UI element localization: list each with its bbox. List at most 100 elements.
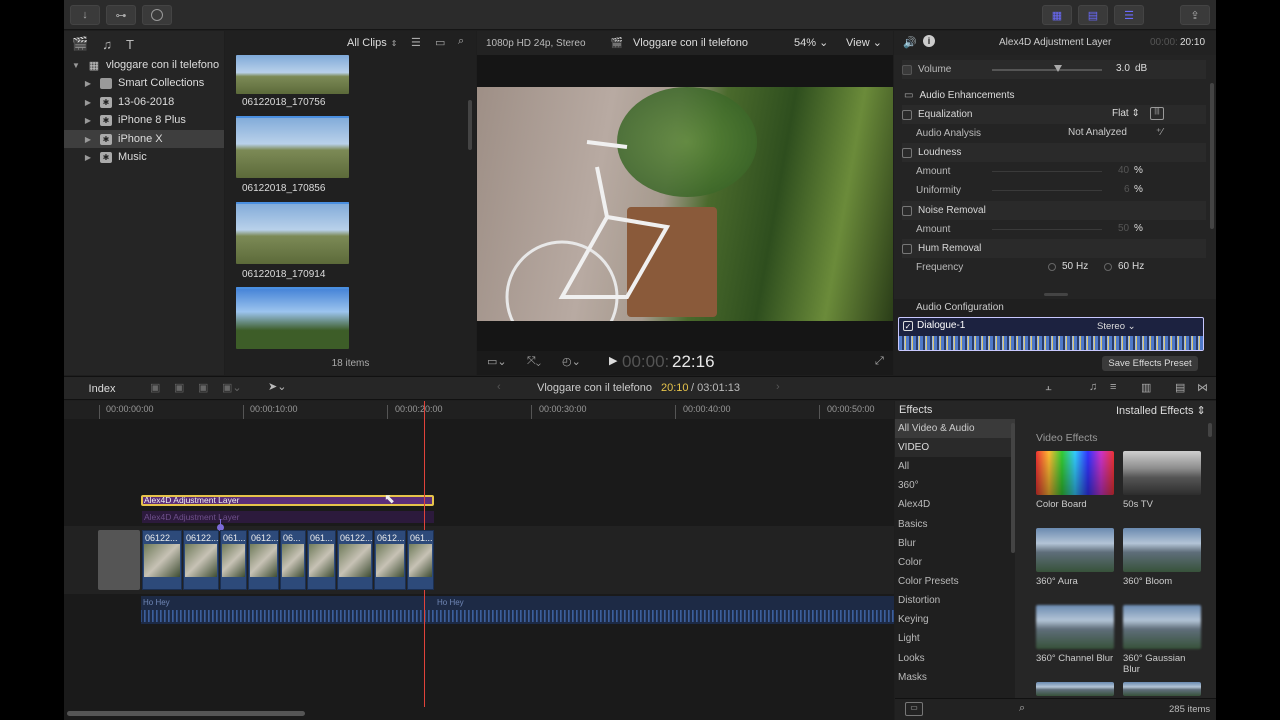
channel-mode-menu[interactable]: Stereo ⌄ bbox=[1097, 321, 1136, 332]
share-button[interactable]: ⇪ bbox=[1180, 5, 1210, 25]
timeline-scrollbar[interactable] bbox=[67, 711, 305, 716]
sidebar-item-music[interactable]: ▶ ✱ Music bbox=[64, 148, 224, 166]
clip-thumbnail[interactable] bbox=[236, 287, 349, 349]
video-clip[interactable]: 06... bbox=[280, 530, 306, 590]
inspector-toggle-button[interactable]: ☰ bbox=[1114, 5, 1144, 25]
titles-generators-icon[interactable]: T bbox=[126, 37, 134, 52]
radio-60hz[interactable] bbox=[1104, 263, 1112, 271]
library-root[interactable]: ▼ ▦ vloggare con il telefono bbox=[64, 56, 224, 74]
audio-enhancements-header[interactable]: ▭ Audio Enhancements bbox=[894, 86, 1208, 105]
category-all-video-audio[interactable]: All Video & Audio bbox=[895, 419, 1015, 438]
video-clip[interactable]: 06122... bbox=[142, 530, 182, 590]
fullscreen-icon[interactable]: ⤢ bbox=[875, 355, 884, 368]
effects-browser-icon[interactable]: ▤ bbox=[1175, 381, 1185, 394]
transitions-browser-icon[interactable]: ⋈ bbox=[1197, 381, 1208, 394]
audio-inspector-icon[interactable]: 🔊 bbox=[903, 36, 917, 49]
category-header-video[interactable]: VIDEO bbox=[895, 438, 1015, 457]
audio-skimming-icon[interactable]: ♫ bbox=[1089, 381, 1097, 393]
browser-toggle-button[interactable]: ▦ bbox=[1042, 5, 1072, 25]
viewer-options-icon[interactable]: ▭⌄ bbox=[487, 355, 507, 368]
view-menu[interactable]: View ⌄ bbox=[846, 36, 882, 49]
category-all[interactable]: All bbox=[895, 457, 1015, 476]
volume-slider[interactable] bbox=[992, 69, 1102, 71]
zoom-menu[interactable]: 54% ⌄ bbox=[794, 36, 828, 49]
clip-thumbnail[interactable] bbox=[236, 202, 349, 264]
channel-checkbox[interactable]: ✓ bbox=[903, 321, 913, 331]
effect-thumb-50s-tv[interactable] bbox=[1123, 451, 1201, 495]
noise-amount-slider[interactable] bbox=[992, 229, 1102, 230]
timeline-ruler[interactable]: 00:00:00:00 00:00:10:00 00:00:20:00 00:0… bbox=[64, 401, 894, 419]
skimming-icon[interactable]: ⫠ bbox=[1045, 381, 1052, 394]
clip-thumbnail[interactable] bbox=[236, 55, 349, 94]
inspector-scrollbar[interactable] bbox=[1210, 83, 1214, 229]
category-keying[interactable]: Keying bbox=[895, 610, 1015, 629]
category-masks[interactable]: Masks bbox=[895, 668, 1015, 687]
category-basics[interactable]: Basics bbox=[895, 515, 1015, 534]
disclosure-icon[interactable]: ▶ bbox=[82, 135, 94, 144]
sidebar-item-smart-collections[interactable]: ▶ Smart Collections bbox=[64, 74, 224, 92]
eq-menu[interactable]: Flat ⇕ bbox=[1112, 108, 1140, 119]
effect-thumb-360-aura[interactable] bbox=[1036, 528, 1114, 572]
search-icon[interactable]: ⌕ bbox=[1019, 702, 1025, 715]
connect-edit-icon[interactable]: ▣ bbox=[150, 381, 160, 394]
disclosure-icon[interactable]: ▶ bbox=[82, 98, 94, 107]
list-view-icon[interactable]: ☰ bbox=[411, 36, 421, 49]
video-frame[interactable] bbox=[477, 87, 893, 321]
photos-audio-icon[interactable]: ♫ bbox=[102, 37, 112, 52]
effects-scrollbar[interactable] bbox=[1208, 423, 1212, 437]
transform-tool-icon[interactable]: ⤧⌄ bbox=[527, 355, 541, 368]
browser-scrollbar[interactable] bbox=[468, 100, 472, 150]
amount-slider[interactable] bbox=[992, 171, 1102, 172]
overwrite-edit-icon[interactable]: ▣⌄ bbox=[222, 381, 242, 394]
disclosure-icon[interactable]: ▶ bbox=[82, 79, 94, 88]
video-clip[interactable]: 061... bbox=[307, 530, 336, 590]
effect-thumb-360-gaussian-blur[interactable] bbox=[1123, 605, 1201, 649]
video-clip[interactable]: 061... bbox=[220, 530, 247, 590]
magic-wand-icon[interactable]: ⁺⁄ bbox=[1156, 127, 1163, 138]
radio-50hz[interactable] bbox=[1048, 263, 1056, 271]
speed-icon[interactable]: ◴⌄ bbox=[562, 355, 581, 368]
play-button[interactable]: ▶ bbox=[609, 354, 617, 367]
video-clip[interactable]: 061... bbox=[407, 530, 434, 590]
category-scrollbar[interactable] bbox=[1011, 423, 1015, 553]
save-effects-preset-button[interactable]: Save Effects Preset bbox=[1102, 356, 1198, 371]
category-360[interactable]: 360° bbox=[895, 476, 1015, 495]
search-icon[interactable]: ⌕ bbox=[458, 35, 464, 48]
loudness-amount-value[interactable]: 40 bbox=[1118, 165, 1129, 176]
category-looks[interactable]: Looks bbox=[895, 649, 1015, 668]
video-clip[interactable]: 06122... bbox=[183, 530, 219, 590]
effect-thumb[interactable] bbox=[1123, 682, 1201, 696]
category-color-presets[interactable]: Color Presets bbox=[895, 572, 1015, 591]
hum-removal-checkbox[interactable] bbox=[902, 243, 912, 254]
eq-graph-icon[interactable]: ||| bbox=[1150, 107, 1164, 120]
category-light[interactable]: Light bbox=[895, 629, 1015, 648]
sidebar-item-iphone-x[interactable]: ▶ ✱ iPhone X bbox=[64, 130, 224, 148]
uniformity-slider[interactable] bbox=[992, 190, 1102, 191]
sidebar-toggle-icon[interactable]: ▭ bbox=[905, 702, 923, 716]
category-blur[interactable]: Blur bbox=[895, 534, 1015, 553]
category-distortion[interactable]: Distortion bbox=[895, 591, 1015, 610]
sidebar-item-iphone-8-plus[interactable]: ▶ ✱ iPhone 8 Plus bbox=[64, 111, 224, 129]
clip-appearance-icon[interactable]: ▥ bbox=[1141, 381, 1151, 394]
gap-clip[interactable] bbox=[98, 530, 140, 590]
filmstrip-icon[interactable]: ▭ bbox=[435, 36, 445, 49]
volume-value[interactable]: 3.0 bbox=[1116, 63, 1130, 74]
insert-edit-icon[interactable]: ▣ bbox=[174, 381, 184, 394]
video-clip[interactable]: 06122... bbox=[337, 530, 373, 590]
clip-filter-menu[interactable]: All Clips ⇕ bbox=[347, 35, 397, 51]
section-divider-handle[interactable] bbox=[1044, 293, 1068, 296]
info-icon[interactable]: i bbox=[923, 35, 935, 47]
disclosure-icon[interactable]: ▶ bbox=[82, 153, 94, 162]
category-alex4d[interactable]: Alex4D bbox=[895, 495, 1015, 514]
background-tasks-button[interactable] bbox=[142, 5, 172, 25]
import-button[interactable]: ↓ bbox=[70, 5, 100, 25]
disclosure-open-icon[interactable]: ▼ bbox=[70, 61, 82, 70]
installed-effects-menu[interactable]: Installed Effects ⇕ bbox=[1116, 404, 1206, 417]
equalization-checkbox[interactable] bbox=[902, 109, 912, 120]
forward-icon[interactable]: › bbox=[776, 381, 780, 393]
noise-removal-checkbox[interactable] bbox=[902, 205, 912, 216]
solo-icon[interactable]: ≡ bbox=[1110, 381, 1116, 393]
back-icon[interactable]: ‹ bbox=[497, 381, 501, 393]
loudness-checkbox[interactable] bbox=[902, 147, 912, 158]
timeline-toggle-button[interactable]: ▤ bbox=[1078, 5, 1108, 25]
